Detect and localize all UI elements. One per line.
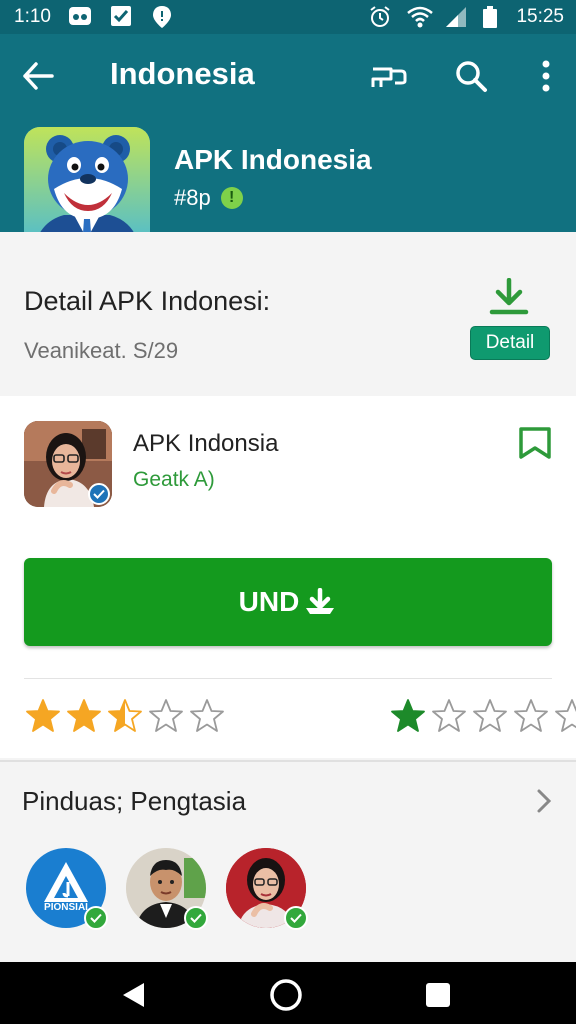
star-empty-icon <box>473 699 507 732</box>
search-button[interactable] <box>449 54 493 98</box>
checkbox-icon <box>111 6 131 26</box>
star-empty-icon <box>514 699 548 732</box>
status-time-left: 1:10 <box>14 6 51 27</box>
more-vert-icon <box>542 60 550 92</box>
star-filled-icon <box>67 699 101 732</box>
similar-app-item[interactable]: PIONSIAI <box>26 848 108 930</box>
star-filled-icon <box>391 699 425 732</box>
back-button[interactable] <box>16 54 60 98</box>
verified-badge-icon <box>88 483 110 505</box>
star-filled-icon <box>26 699 60 732</box>
app-bar-title: Indonesia <box>110 56 255 91</box>
nav-back-button[interactable] <box>116 978 150 1012</box>
star-empty-icon <box>190 699 224 732</box>
verified-badge-icon <box>284 906 308 930</box>
detail-section: Detail APK Indonesi: Veanikeat. S/29 Det… <box>0 232 576 394</box>
developer-name[interactable]: APK Indonsia <box>133 430 278 458</box>
rating-stars-left <box>24 698 226 734</box>
developer-avatar[interactable] <box>24 421 112 507</box>
chevron-right-icon[interactable] <box>534 788 554 814</box>
divider <box>24 678 552 679</box>
rating-stars-right <box>389 698 576 734</box>
wifi-icon <box>407 6 433 28</box>
app-bar: Indonesia <box>0 34 576 118</box>
install-button[interactable]: UND <box>24 558 552 646</box>
battery-icon <box>483 6 497 28</box>
status-bar: 1:10 15:25 <box>0 0 576 34</box>
navigation-bar <box>0 962 576 1024</box>
detail-button[interactable]: Detail <box>470 326 550 360</box>
similar-apps-section: Pinduas; Pengtasia PIONSIAI <box>0 760 576 962</box>
app-subtitle: #8p <box>174 185 211 210</box>
nav-recents-button[interactable] <box>421 978 455 1012</box>
more-options-button[interactable] <box>524 54 568 98</box>
location-icon <box>153 6 171 28</box>
star-empty-icon <box>149 699 183 732</box>
recents-square-icon <box>426 983 450 1007</box>
star-empty-icon <box>555 699 576 732</box>
detail-subtitle: Veanikeat. S/29 <box>24 338 179 363</box>
alarm-icon <box>370 6 390 27</box>
alert-badge-icon: ! <box>220 187 243 209</box>
download-icon[interactable] <box>488 278 530 316</box>
download-icon <box>306 588 335 614</box>
media-icon <box>69 7 91 25</box>
verified-badge-icon <box>84 906 108 930</box>
signal-icon <box>446 7 466 27</box>
app-card: APK Indonsia Geatk A) UND <box>0 396 576 758</box>
home-circle-icon <box>270 979 302 1011</box>
star-empty-icon <box>432 699 466 732</box>
app-name: APK Indonesia <box>174 144 372 175</box>
app-subtitle-row: #8p ! <box>174 185 243 211</box>
install-button-label: UND <box>238 586 300 617</box>
back-triangle-icon <box>123 983 144 1007</box>
developer-subtitle: Geatk A) <box>133 468 215 491</box>
nav-home-button[interactable] <box>269 978 303 1012</box>
similar-app-item[interactable] <box>126 848 208 930</box>
status-time-right: 15:25 <box>516 6 564 27</box>
share-icon <box>371 67 407 87</box>
share-button[interactable] <box>366 54 410 98</box>
verified-badge-icon <box>184 906 208 930</box>
similar-app-item[interactable] <box>226 848 308 930</box>
back-arrow-icon <box>23 62 54 90</box>
search-icon <box>456 61 487 92</box>
bookmark-icon[interactable] <box>518 426 552 460</box>
star-half-icon <box>108 699 142 732</box>
similar-apps-title: Pinduas; Pengtasia <box>22 786 247 816</box>
detail-title: Detail APK Indonesi: <box>24 286 271 316</box>
